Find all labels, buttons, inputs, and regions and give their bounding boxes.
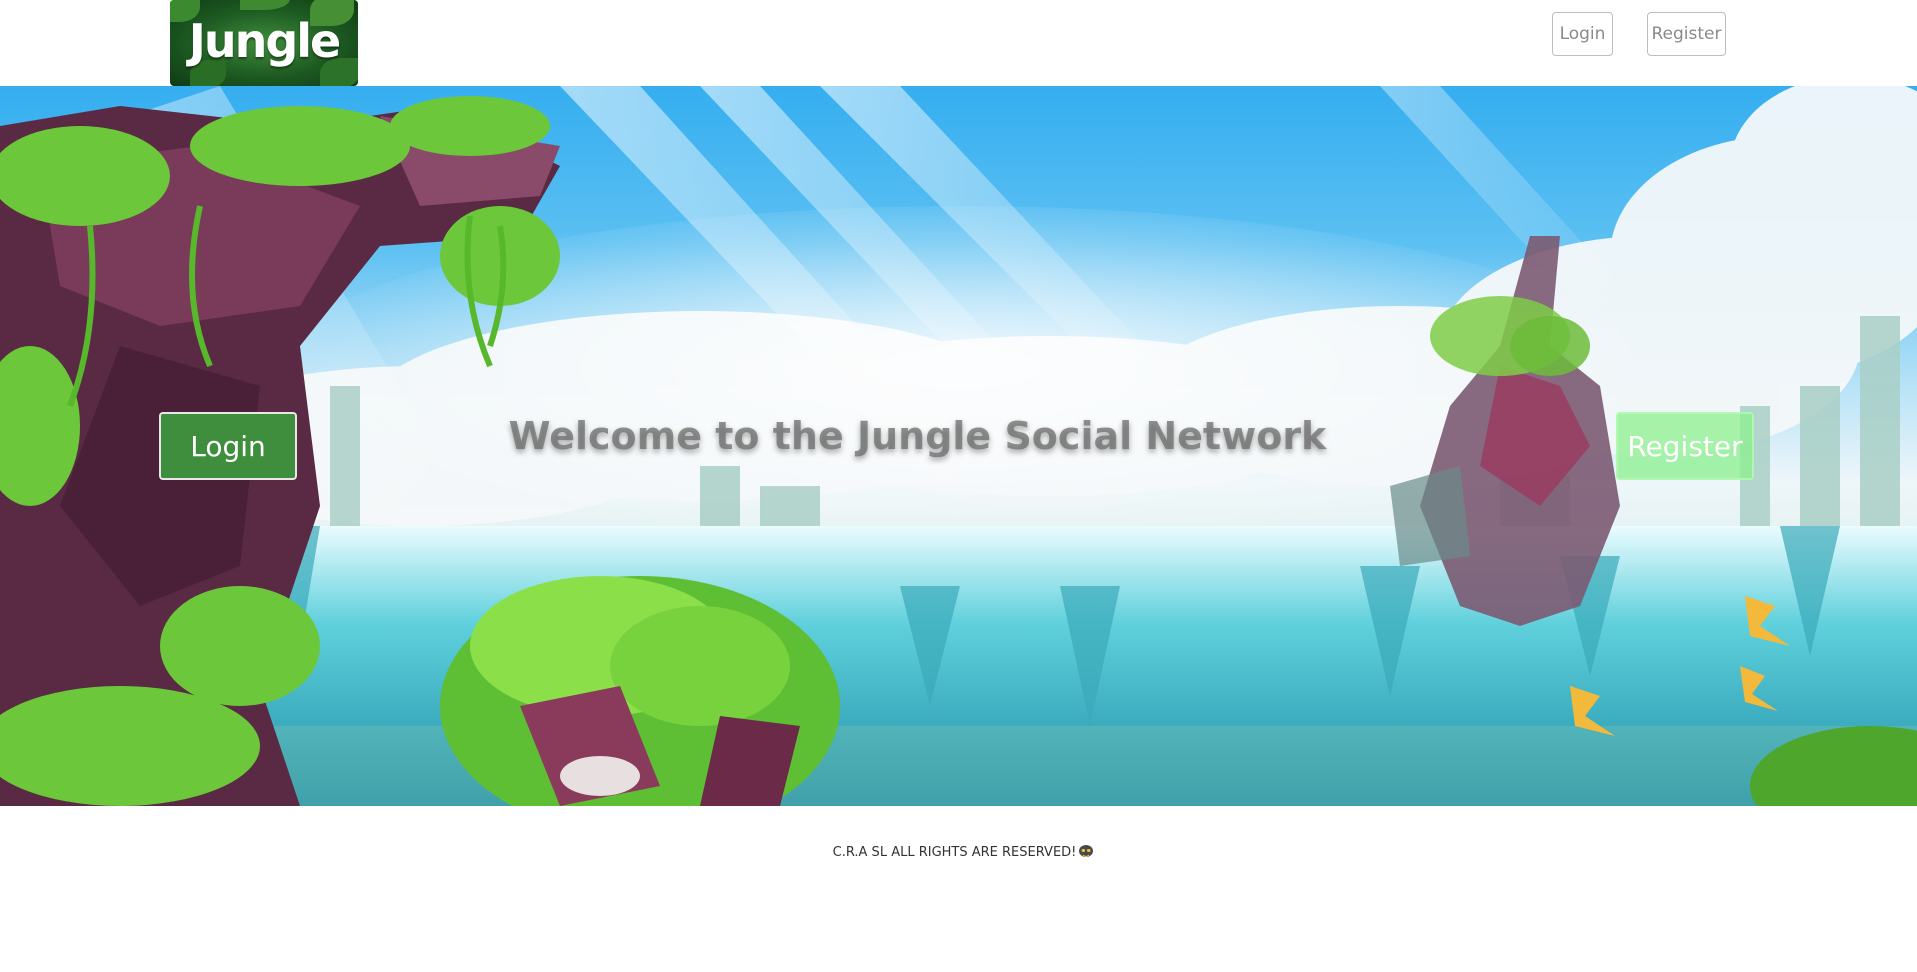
top-navbar: Jungle Login Register (0, 0, 1917, 86)
hero-banner: Welcome to the Jungle Social Network Log… (0, 86, 1917, 806)
hero-register-button[interactable]: Register (1616, 412, 1754, 480)
copyright-text: C.R.A SL ALL RIGHTS ARE RESERVED! (832, 844, 1077, 860)
nav-login-button[interactable]: Login (1552, 12, 1613, 56)
hero-login-button[interactable]: Login (159, 412, 297, 480)
logo-text: Jungle (188, 14, 342, 68)
jungle-logo[interactable]: Jungle (170, 0, 358, 86)
nav-register-button[interactable]: Register (1647, 12, 1726, 56)
mask-icon (1079, 845, 1094, 858)
welcome-text: Welcome to the Jungle Social Network (508, 414, 1327, 458)
footer: C.R.A SL ALL RIGHTS ARE RESERVED! (0, 844, 1917, 860)
